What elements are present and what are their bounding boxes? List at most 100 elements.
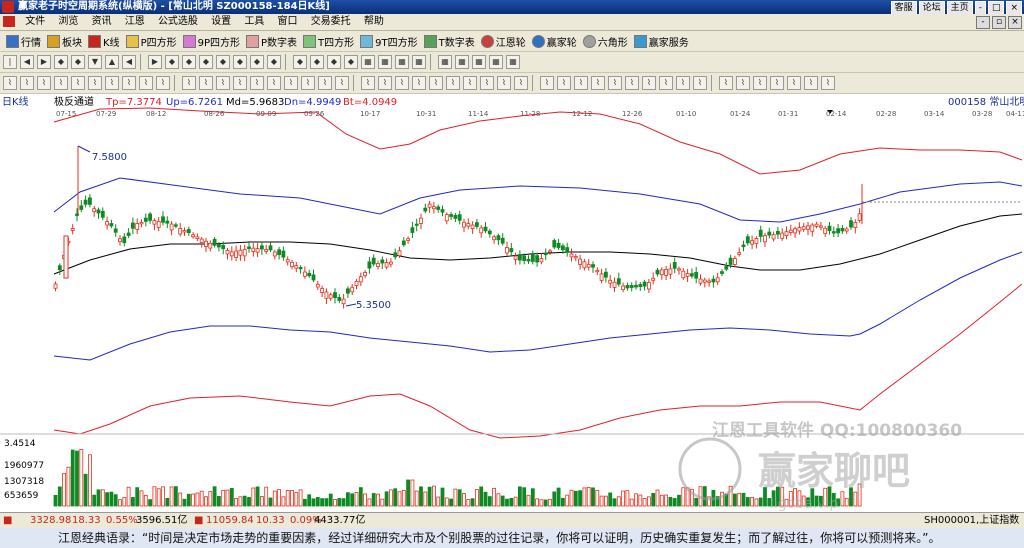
- tb3-tool-button-2[interactable]: ⌇: [20, 76, 34, 90]
- tb3-tool-button-41[interactable]: ⌇: [719, 76, 733, 90]
- tb2-tool-button-15[interactable]: ◆: [250, 55, 264, 69]
- tb2-tool-button-22[interactable]: ▦: [378, 55, 392, 69]
- tool-9p-square[interactable]: 9P四方形: [182, 34, 240, 49]
- tb2-tool-button-24[interactable]: ▦: [412, 55, 426, 69]
- tb3-tool-button-37[interactable]: ⌇: [642, 76, 656, 90]
- tb3-tool-button-4[interactable]: ⌇: [54, 76, 68, 90]
- tb3-tool-button-26[interactable]: ⌇: [446, 76, 460, 90]
- menu-file[interactable]: 文件: [20, 14, 50, 30]
- tool-t-table[interactable]: T数字表: [423, 34, 475, 49]
- tb3-tool-button-40[interactable]: ⌇: [693, 76, 707, 90]
- tb2-tool-button-1[interactable]: |: [3, 55, 17, 69]
- tb2-tool-button-20[interactable]: ◆: [344, 55, 358, 69]
- child-restore-icon[interactable]: ▫: [992, 16, 1006, 29]
- tool-p-table[interactable]: P数字表: [246, 34, 297, 49]
- tb3-tool-button-11[interactable]: ⌇: [182, 76, 196, 90]
- tool-sector[interactable]: 板块: [47, 34, 82, 49]
- tb3-tool-button-47[interactable]: ⌇: [821, 76, 835, 90]
- menu-browse[interactable]: 浏览: [53, 14, 83, 30]
- menu-window[interactable]: 窗口: [273, 14, 303, 30]
- sz-index[interactable]: 11059.84: [206, 513, 254, 529]
- maximize-button[interactable]: □: [987, 1, 1005, 15]
- tb2-tool-button-6[interactable]: ▼: [88, 55, 102, 69]
- tb3-tool-button-45[interactable]: ⌇: [787, 76, 801, 90]
- tb3-tool-button-14[interactable]: ⌇: [233, 76, 247, 90]
- menu-tools[interactable]: 工具: [239, 14, 269, 30]
- tb3-tool-button-20[interactable]: ⌇: [335, 76, 349, 90]
- tb2-tool-button-8[interactable]: ◀: [122, 55, 136, 69]
- tb3-tool-button-32[interactable]: ⌇: [557, 76, 571, 90]
- tb2-tool-button-13[interactable]: ◆: [216, 55, 230, 69]
- tb2-tool-button-25[interactable]: ▦: [438, 55, 452, 69]
- tb3-tool-button-44[interactable]: ⌇: [770, 76, 784, 90]
- tb2-tool-button-19[interactable]: ◆: [327, 55, 341, 69]
- menu-help[interactable]: 帮助: [359, 14, 389, 30]
- tb3-tool-button-19[interactable]: ⌇: [318, 76, 332, 90]
- tb3-tool-button-29[interactable]: ⌇: [497, 76, 511, 90]
- tb3-tool-button-34[interactable]: ⌇: [591, 76, 605, 90]
- tool-service[interactable]: 赢家服务: [633, 34, 689, 49]
- tb2-tool-button-7[interactable]: ▲: [105, 55, 119, 69]
- tb3-tool-button-10[interactable]: ⌇: [156, 76, 170, 90]
- tb3-tool-button-12[interactable]: ⌇: [199, 76, 213, 90]
- home-button[interactable]: 主页: [946, 1, 973, 15]
- child-close-icon[interactable]: ×: [1008, 16, 1022, 29]
- tb3-tool-button-13[interactable]: ⌇: [216, 76, 230, 90]
- right-index-code[interactable]: SH000001,上证指数: [924, 513, 1019, 529]
- sh-index[interactable]: 3328.98: [30, 513, 71, 529]
- tb2-tool-button-14[interactable]: ◆: [233, 55, 247, 69]
- menu-settings[interactable]: 设置: [206, 14, 236, 30]
- tb3-tool-button-22[interactable]: ⌇: [378, 76, 392, 90]
- tool-gann-wheel[interactable]: 江恩轮: [480, 34, 526, 49]
- tb3-tool-button-31[interactable]: ⌇: [540, 76, 554, 90]
- tb3-tool-button-24[interactable]: ⌇: [412, 76, 426, 90]
- tool-t-square[interactable]: T四方形: [303, 34, 354, 49]
- tb3-tool-button-3[interactable]: ⌇: [37, 76, 51, 90]
- tb3-tool-button-43[interactable]: ⌇: [753, 76, 767, 90]
- kline-chart[interactable]: 日K线 极反通道 Tp=7.3774 Up=6.7261 Md=5.9683 D…: [0, 94, 1024, 512]
- menu-gann[interactable]: 江恩: [120, 14, 150, 30]
- tool-winner-wheel[interactable]: 赢家轮: [531, 34, 577, 49]
- tb3-tool-button-46[interactable]: ⌇: [804, 76, 818, 90]
- tb2-tool-button-9[interactable]: ▶: [148, 55, 162, 69]
- tb3-tool-button-33[interactable]: ⌇: [574, 76, 588, 90]
- tb3-tool-button-16[interactable]: ⌇: [267, 76, 281, 90]
- tb2-tool-button-21[interactable]: ▦: [361, 55, 375, 69]
- tb3-tool-button-6[interactable]: ⌇: [88, 76, 102, 90]
- tb3-tool-button-5[interactable]: ⌇: [71, 76, 85, 90]
- close-button[interactable]: ×: [1006, 1, 1022, 15]
- tool-9t-square[interactable]: 9T四方形: [360, 34, 418, 49]
- tool-hexagon[interactable]: 六角形: [582, 34, 628, 49]
- tb2-tool-button-2[interactable]: ◀: [20, 55, 34, 69]
- tb3-tool-button-27[interactable]: ⌇: [463, 76, 477, 90]
- tb3-tool-button-1[interactable]: ⌇: [3, 76, 17, 90]
- tb3-tool-button-36[interactable]: ⌇: [625, 76, 639, 90]
- tb3-tool-button-42[interactable]: ⌇: [736, 76, 750, 90]
- tb2-tool-button-26[interactable]: ▦: [455, 55, 469, 69]
- tb3-tool-button-17[interactable]: ⌇: [284, 76, 298, 90]
- tb2-tool-button-16[interactable]: ◆: [267, 55, 281, 69]
- tb2-tool-button-28[interactable]: ▦: [489, 55, 503, 69]
- tb3-tool-button-7[interactable]: ⌇: [105, 76, 119, 90]
- minimize-button[interactable]: -: [974, 1, 986, 15]
- tb3-tool-button-8[interactable]: ⌇: [122, 76, 136, 90]
- tb3-tool-button-38[interactable]: ⌇: [659, 76, 673, 90]
- tb3-tool-button-15[interactable]: ⌇: [250, 76, 264, 90]
- tb2-tool-button-18[interactable]: ◆: [310, 55, 324, 69]
- tb3-tool-button-23[interactable]: ⌇: [395, 76, 409, 90]
- tb2-tool-button-29[interactable]: ▦: [506, 55, 520, 69]
- tb3-tool-button-30[interactable]: ⌇: [514, 76, 528, 90]
- tool-quotes[interactable]: 行情: [6, 34, 41, 49]
- tb3-tool-button-18[interactable]: ⌇: [301, 76, 315, 90]
- child-minimize-icon[interactable]: -: [976, 16, 990, 29]
- tb2-tool-button-10[interactable]: ◆: [165, 55, 179, 69]
- tb2-tool-button-23[interactable]: ▦: [395, 55, 409, 69]
- tb3-tool-button-9[interactable]: ⌇: [139, 76, 153, 90]
- menu-trade[interactable]: 交易委托: [306, 14, 356, 30]
- tb2-tool-button-11[interactable]: ◆: [182, 55, 196, 69]
- tool-kline[interactable]: K线: [88, 34, 120, 49]
- kefu-button[interactable]: 客服: [890, 1, 917, 15]
- tb2-tool-button-12[interactable]: ◆: [199, 55, 213, 69]
- tb3-tool-button-35[interactable]: ⌇: [608, 76, 622, 90]
- tb3-tool-button-28[interactable]: ⌇: [480, 76, 494, 90]
